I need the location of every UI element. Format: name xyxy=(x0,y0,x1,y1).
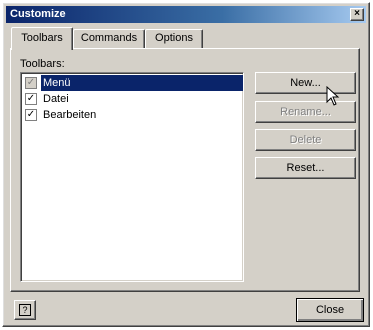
title-bar: Customize × xyxy=(6,6,366,23)
list-item[interactable]: ✓ Datei xyxy=(23,91,241,107)
toolbars-list[interactable]: ✓ Menü ✓ Datei ✓ Bearbeiten xyxy=(20,72,244,282)
help-icon: ? xyxy=(19,304,31,316)
mouse-pointer-icon xyxy=(326,86,340,106)
tab-toolbars[interactable]: Toolbars xyxy=(11,27,73,50)
reset-button[interactable]: Reset... xyxy=(255,157,356,179)
checkbox-checked-icon[interactable]: ✓ xyxy=(25,109,37,121)
list-item[interactable]: ✓ Menü xyxy=(23,75,243,91)
list-item-label: Menü xyxy=(41,75,243,91)
window-close-icon[interactable]: × xyxy=(350,8,364,21)
delete-button[interactable]: Delete xyxy=(255,129,356,151)
toolbars-label: Toolbars: xyxy=(20,58,65,70)
list-item-label: Bearbeiten xyxy=(43,109,97,121)
tab-options[interactable]: Options xyxy=(145,29,203,48)
rename-button[interactable]: Rename... xyxy=(255,101,356,123)
checkbox-checked-icon[interactable]: ✓ xyxy=(25,93,37,105)
window-title: Customize xyxy=(10,8,66,20)
list-item[interactable]: ✓ Bearbeiten xyxy=(23,107,241,123)
close-button[interactable]: Close xyxy=(296,298,364,322)
checkbox-checked-icon[interactable]: ✓ xyxy=(25,77,37,89)
new-button[interactable]: New... xyxy=(255,72,356,94)
tab-commands[interactable]: Commands xyxy=(73,29,145,48)
list-item-label: Datei xyxy=(43,93,69,105)
help-button[interactable]: ? xyxy=(14,300,36,320)
